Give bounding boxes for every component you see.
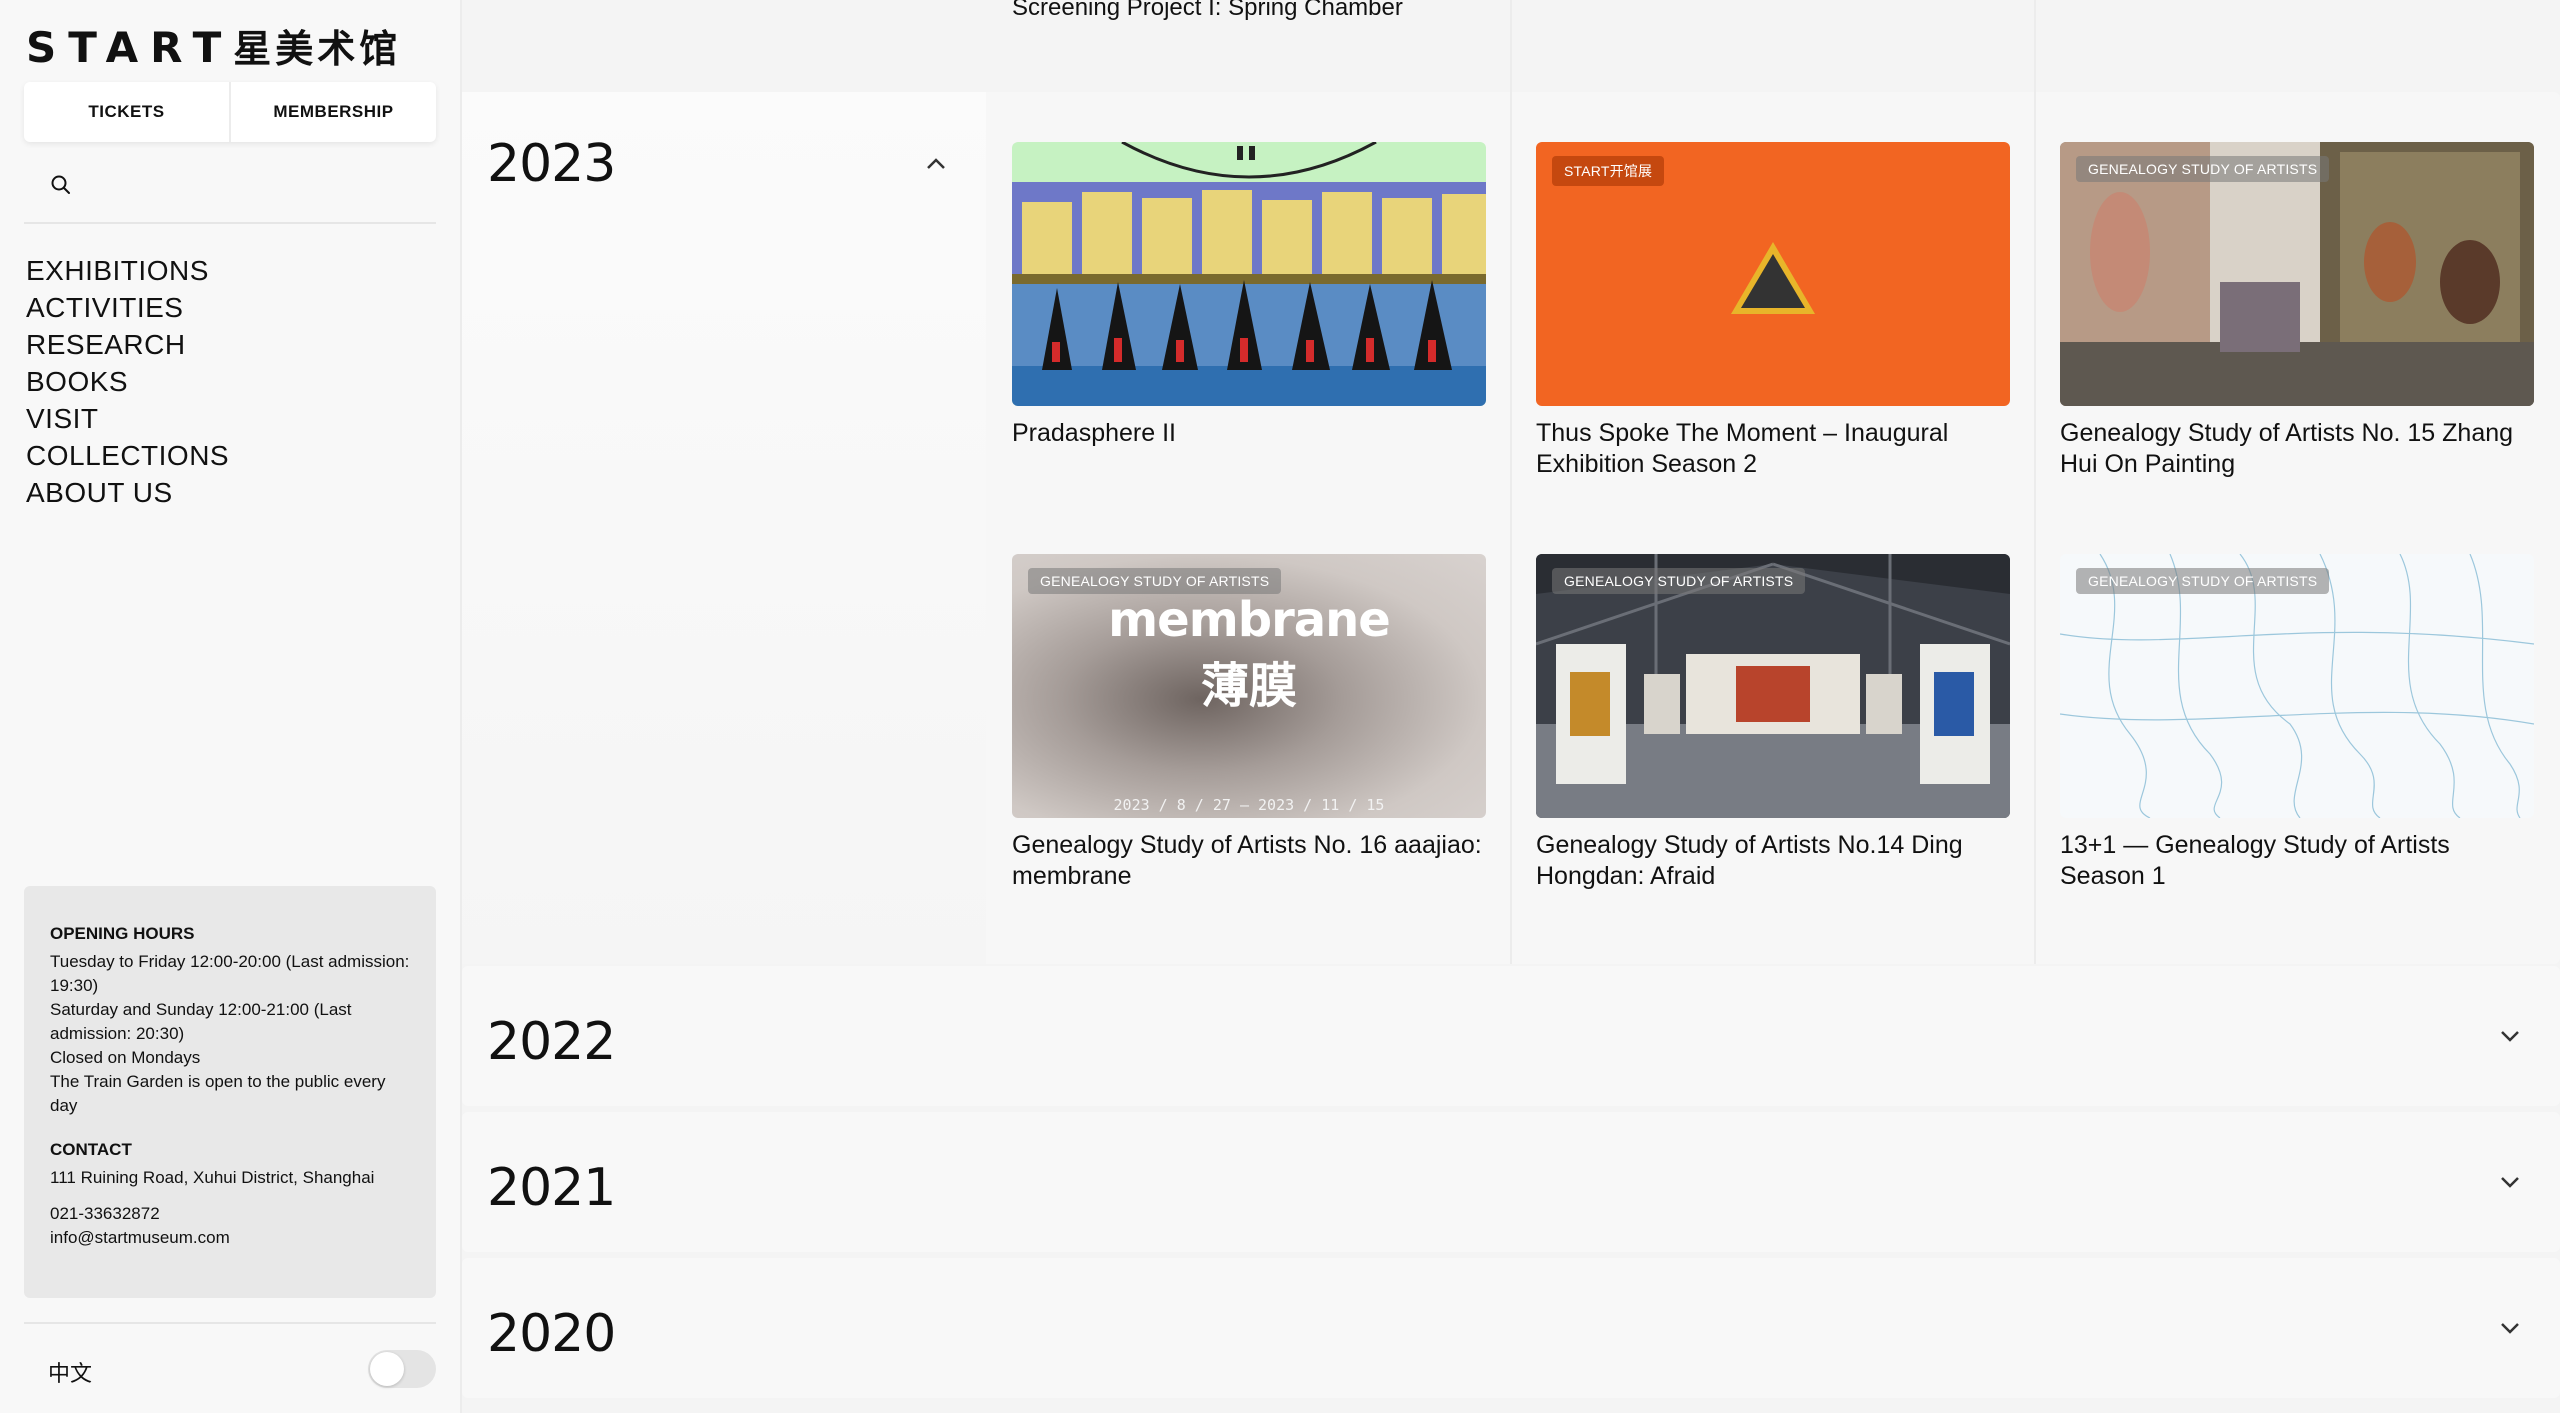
card-title: Thus Spoke The Moment – Inaugural Exhibi…: [1536, 419, 1949, 478]
chevron-up-icon[interactable]: [922, 150, 950, 178]
year-section-2023: 2023 Pradasphere II START开馆展 Thus Spoke …: [462, 92, 2560, 964]
card-title: 13+1 — Genealogy Study of Artists Season…: [2060, 831, 2450, 890]
card-image: GENEALOGY STUDY OF ARTISTS: [2060, 554, 2534, 818]
year-section-2022[interactable]: 2022: [462, 966, 2560, 1106]
card-image: [1012, 142, 1486, 406]
contact-phone[interactable]: 021-33632872: [50, 1202, 410, 1226]
nav-collections[interactable]: COLLECTIONS: [26, 437, 229, 474]
year-label: 2021: [487, 1158, 616, 1218]
year-label: 2020: [487, 1304, 616, 1364]
card-title: Genealogy Study of Artists No.14 Ding Ho…: [1536, 831, 1963, 890]
card-image: START开馆展: [1536, 142, 2010, 406]
search-icon[interactable]: [50, 174, 72, 196]
previous-card-title[interactable]: Screening Project I: Spring Chamber: [1012, 0, 1403, 22]
exhibition-card[interactable]: GENEALOGY STUDY OF ARTISTS 13+1 — Geneal…: [2060, 554, 2534, 892]
card-tag: GENEALOGY STUDY OF ARTISTS: [2076, 568, 2330, 594]
logo-text-cn: 星美术馆: [233, 27, 402, 71]
nav-about-us[interactable]: ABOUT US: [26, 474, 229, 511]
exhibition-card[interactable]: GENEALOGY STUDY OF ARTISTS Genealogy Stu…: [2060, 142, 2534, 480]
ticket-membership-buttons: TICKETS MEMBERSHIP: [24, 82, 436, 142]
nav-exhibitions[interactable]: EXHIBITIONS: [26, 252, 229, 289]
chevron-down-icon[interactable]: [2496, 1168, 2524, 1196]
language-toggle[interactable]: [368, 1350, 436, 1388]
nav-research[interactable]: RESEARCH: [26, 326, 229, 363]
toggle-knob: [370, 1352, 404, 1386]
main-nav: EXHIBITIONS ACTIVITIES RESEARCH BOOKS VI…: [26, 252, 229, 511]
nav-activities[interactable]: ACTIVITIES: [26, 289, 229, 326]
tickets-button[interactable]: TICKETS: [24, 82, 229, 142]
chevron-down-icon[interactable]: [2496, 1314, 2524, 1342]
opening-hours-line: Tuesday to Friday 12:00-20:00 (Last admi…: [50, 952, 410, 995]
card-tag: GENEALOGY STUDY OF ARTISTS: [1028, 568, 1282, 594]
card-title: Genealogy Study of Artists No. 15 Zhang …: [2060, 419, 2514, 478]
year-header[interactable]: 2023: [462, 92, 986, 964]
contact-address: 111 Ruining Road, Xuhui District, Shangh…: [50, 1168, 375, 1187]
nav-visit[interactable]: VISIT: [26, 400, 229, 437]
exhibitions-main: Screening Project I: Spring Chamber 2023: [462, 0, 2560, 1413]
exhibition-card[interactable]: START开馆展 Thus Spoke The Moment – Inaugur…: [1536, 142, 2010, 480]
card-art-text-cn: 薄膜: [1200, 658, 1297, 714]
logo[interactable]: START星美术馆: [26, 18, 401, 73]
info-card: OPENING HOURS Tuesday to Friday 12:00-20…: [24, 886, 436, 1298]
contact-email[interactable]: info@startmuseum.com: [50, 1226, 410, 1250]
exhibition-card[interactable]: membrane 薄膜 2023 / 8 / 27 — 2023 / 11 / …: [1012, 554, 1486, 892]
opening-hours-line: Saturday and Sunday 12:00-21:00 (Last ad…: [50, 1000, 352, 1043]
chevron-down-icon[interactable]: [2496, 1022, 2524, 1050]
year-section-2021[interactable]: 2021: [462, 1112, 2560, 1252]
card-image: membrane 薄膜 2023 / 8 / 27 — 2023 / 11 / …: [1012, 554, 1486, 818]
contact-heading: CONTACT: [50, 1140, 132, 1159]
exhibition-card[interactable]: Pradasphere II: [1012, 142, 1486, 449]
year-label: 2022: [487, 1012, 616, 1072]
search-bar[interactable]: [24, 160, 436, 224]
card-tag: START开馆展: [1552, 156, 1665, 186]
year-label: 2023: [487, 134, 616, 194]
opening-hours-line: Closed on Mondays: [50, 1048, 201, 1067]
card-image: GENEALOGY STUDY OF ARTISTS: [1536, 554, 2010, 818]
opening-hours-heading: OPENING HOURS: [50, 924, 195, 943]
card-art-text: membrane: [1108, 592, 1391, 648]
language-label: 中文: [48, 1362, 93, 1387]
membership-button[interactable]: MEMBERSHIP: [229, 82, 436, 142]
card-art-dates: 2023 / 8 / 27 — 2023 / 11 / 15: [1113, 796, 1385, 814]
exhibition-card[interactable]: GENEALOGY STUDY OF ARTISTS Genealogy Stu…: [1536, 554, 2010, 892]
previous-year-strip: Screening Project I: Spring Chamber: [462, 0, 2560, 92]
logo-text: START: [26, 23, 234, 72]
card-image: GENEALOGY STUDY OF ARTISTS: [2060, 142, 2534, 406]
year-section-2020[interactable]: 2020: [462, 1258, 2560, 1398]
sidebar: START星美术馆 TICKETS MEMBERSHIP EXHIBITIONS…: [0, 0, 462, 1413]
card-title: Genealogy Study of Artists No. 16 aaajia…: [1012, 831, 1482, 890]
card-title: Pradasphere II: [1012, 419, 1176, 447]
nav-books[interactable]: BOOKS: [26, 363, 229, 400]
card-tag: GENEALOGY STUDY OF ARTISTS: [1552, 568, 1806, 594]
card-tag: GENEALOGY STUDY OF ARTISTS: [2076, 156, 2330, 182]
opening-hours-line: The Train Garden is open to the public e…: [50, 1072, 386, 1115]
language-switch-row: 中文: [24, 1322, 436, 1412]
